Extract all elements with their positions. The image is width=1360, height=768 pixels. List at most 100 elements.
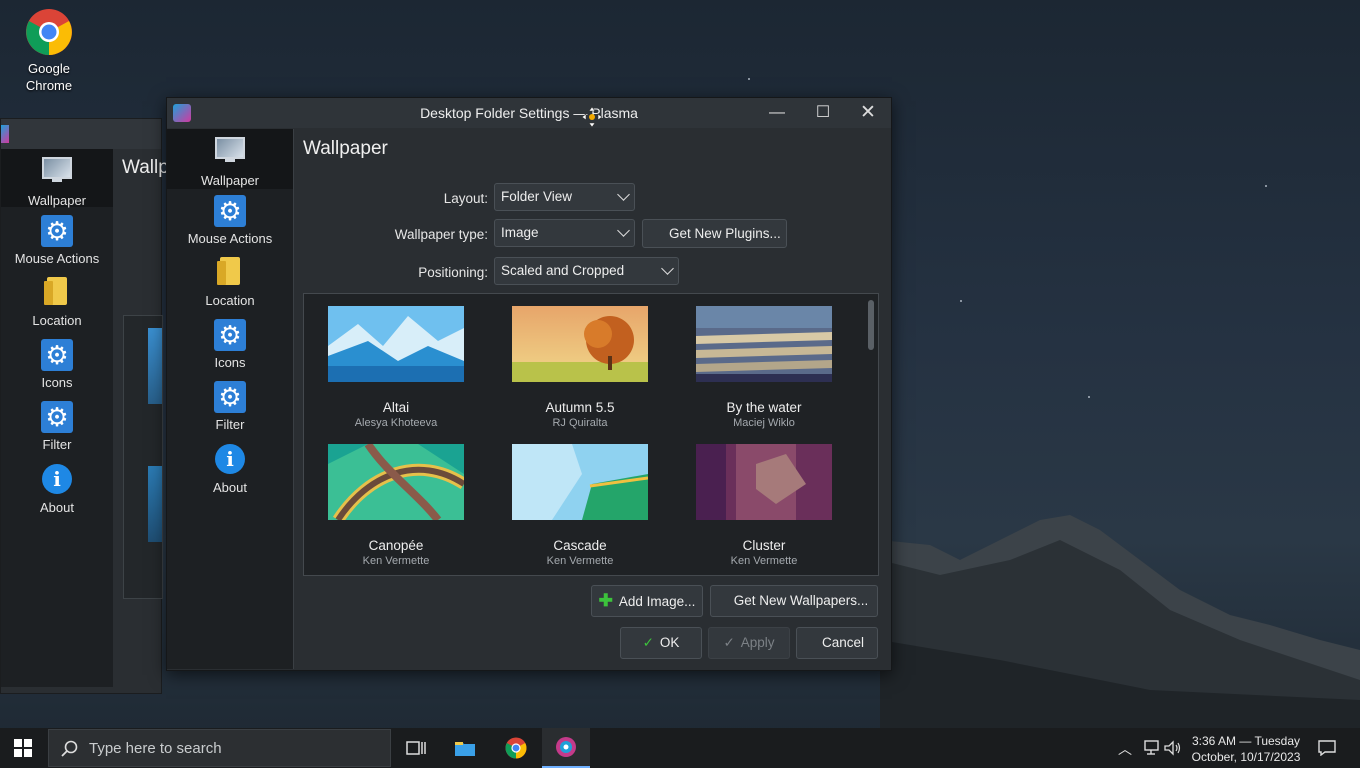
positioning-value: Scaled and Cropped	[501, 263, 625, 278]
gear-icon: ⚙	[41, 339, 73, 371]
background-window-wallpaper-grid	[123, 315, 163, 599]
wallpaper-tile-altai[interactable]: Altai Alesya Khoteeva	[316, 306, 476, 429]
windows-icon	[14, 739, 32, 757]
wallpaper-author: Alesya Khoteeva	[354, 417, 438, 429]
wallpaper-thumbnail	[696, 306, 832, 382]
scrollbar-handle[interactable]	[868, 300, 874, 350]
chevron-up-icon[interactable]: ︿	[1118, 739, 1132, 759]
bg-nav-wallpaper[interactable]: Wallpaper	[1, 149, 113, 208]
wallpaper-type-combo[interactable]: Image	[494, 219, 635, 247]
gear-icon: ⚙	[214, 195, 246, 227]
bg-nav-label: About	[40, 500, 74, 515]
check-icon: ✓	[723, 635, 735, 650]
nav-label: Location	[205, 293, 255, 308]
wallpaper-tile-by-the-water[interactable]: By the water Maciej Wiklo	[684, 306, 844, 429]
wallpaper-name: Autumn 5.5	[545, 400, 615, 415]
wallpaper-author: Ken Vermette	[730, 555, 798, 567]
get-new-wallpapers-button[interactable]: Get New Wallpapers...	[710, 585, 878, 617]
bg-nav-filter[interactable]: ⚙ Filter	[1, 401, 113, 452]
start-button[interactable]	[0, 728, 46, 768]
maximize-button[interactable]: ☐	[811, 101, 835, 125]
bg-nav-about[interactable]: i About	[1, 463, 113, 515]
bg-nav-mouse-actions[interactable]: ⚙ Mouse Actions	[1, 215, 113, 266]
nav-label: Wallpaper	[200, 173, 260, 188]
positioning-combo[interactable]: Scaled and Cropped	[494, 257, 679, 285]
search-icon	[61, 740, 78, 757]
desktop-icon-chrome[interactable]: Google Chrome	[10, 6, 88, 94]
wallpaper-author: RJ Quiralta	[552, 417, 608, 429]
nav-wallpaper[interactable]: Wallpaper	[167, 129, 293, 189]
nav-about[interactable]: i About	[167, 443, 293, 495]
button-label: Get New Plugins...	[669, 226, 781, 241]
wallpaper-tile-canopee[interactable]: Canopée Ken Vermette	[316, 441, 476, 567]
folder-icon	[214, 257, 246, 289]
plasma-settings-taskbar-button[interactable]	[542, 728, 590, 768]
dialog-sidebar: Wallpaper ⚙ Mouse Actions Location ⚙ Ico…	[167, 129, 294, 669]
desktop-icon-label: Google Chrome	[25, 61, 73, 93]
wallpaper-thumbnail	[328, 441, 468, 524]
folder-icon	[41, 277, 73, 309]
apply-button[interactable]: ✓ Apply	[708, 627, 790, 659]
bg-nav-label: Wallpaper	[27, 193, 87, 208]
wallpaper-tile-cascade[interactable]: Cascade Ken Vermette	[500, 444, 660, 567]
taskbar: Type here to search ︿ 3:36 AM — Tuesday …	[0, 728, 1360, 768]
chevron-down-icon	[661, 262, 674, 275]
plasma-app-icon	[556, 737, 576, 757]
bg-nav-label: Location	[32, 313, 82, 328]
layout-value: Folder View	[501, 189, 573, 204]
bg-nav-icons[interactable]: ⚙ Icons	[1, 339, 113, 390]
background-window-titlebar[interactable]	[1, 119, 161, 149]
wallpaper-thumbnail	[148, 466, 162, 542]
add-image-button[interactable]: ✚ Add Image...	[591, 585, 703, 617]
button-label: OK	[659, 635, 680, 650]
button-label: Apply	[740, 635, 775, 650]
wallpaper-type-label: Wallpaper type:	[394, 227, 488, 242]
nav-label: Filter	[215, 417, 245, 432]
network-icon[interactable]	[1142, 740, 1160, 756]
wallpaper-tile-cluster[interactable]: Cluster Ken Vermette	[684, 444, 844, 567]
background-settings-window[interactable]: Wallpaper ⚙ Mouse Actions Location ⚙ Ico…	[0, 118, 169, 694]
info-icon: i	[214, 444, 246, 476]
wallpaper-grid[interactable]: Altai Alesya Khoteeva Autumn 5.5 RJ Quir…	[303, 293, 879, 576]
move-cursor-icon	[581, 106, 603, 128]
wallpaper-thumbnail	[328, 306, 464, 382]
nav-filter[interactable]: ⚙ Filter	[167, 381, 293, 432]
volume-icon[interactable]	[1164, 740, 1182, 756]
check-icon: ✓	[642, 635, 654, 650]
notifications-button[interactable]	[1304, 728, 1350, 768]
ok-button[interactable]: ✓ OK	[620, 627, 702, 659]
nav-icons[interactable]: ⚙ Icons	[167, 319, 293, 370]
button-label: Add Image...	[618, 594, 696, 609]
monitor-icon	[214, 137, 246, 169]
wallpaper-author: Maciej Wiklo	[733, 417, 795, 429]
nav-location[interactable]: Location	[167, 257, 293, 308]
task-view-icon	[406, 741, 426, 755]
button-label: Get New Wallpapers...	[733, 593, 869, 608]
wallpaper-name: Altai	[382, 400, 410, 415]
search-placeholder: Type here to search	[89, 740, 222, 757]
wallpaper-thumbnail	[512, 306, 648, 382]
cancel-button[interactable]: Cancel	[796, 627, 878, 659]
nav-label: About	[213, 480, 247, 495]
plus-icon: ✚	[598, 591, 613, 610]
layout-combo[interactable]: Folder View	[494, 183, 635, 211]
nav-mouse-actions[interactable]: ⚙ Mouse Actions	[167, 195, 293, 246]
info-icon: i	[41, 464, 73, 496]
bg-nav-label: Mouse Actions	[14, 251, 100, 266]
minimize-button[interactable]: —	[765, 101, 789, 125]
close-button[interactable]: ✕	[856, 101, 880, 125]
task-view-button[interactable]	[392, 728, 440, 768]
wallpaper-tile-autumn[interactable]: Autumn 5.5 RJ Quiralta	[500, 306, 660, 429]
taskbar-search-box[interactable]: Type here to search	[48, 729, 391, 767]
wallpaper-name: Canopée	[368, 538, 424, 553]
dialog-titlebar[interactable]: Desktop Folder Settings — Plasma — ☐ ✕	[167, 98, 891, 128]
desktop-folder-settings-dialog[interactable]: Desktop Folder Settings — Plasma — ☐ ✕ W…	[166, 97, 892, 671]
chrome-taskbar-button[interactable]	[492, 728, 540, 768]
gear-icon: ⚙	[214, 319, 246, 351]
file-explorer-button[interactable]	[441, 728, 489, 768]
taskbar-clock[interactable]: 3:36 AM — Tuesday October, 10/17/2023	[1190, 733, 1302, 765]
wallpaper-thumbnail	[148, 328, 162, 404]
bg-nav-label: Filter	[42, 437, 72, 452]
get-new-plugins-button[interactable]: Get New Plugins...	[642, 219, 787, 248]
bg-nav-location[interactable]: Location	[1, 277, 113, 328]
